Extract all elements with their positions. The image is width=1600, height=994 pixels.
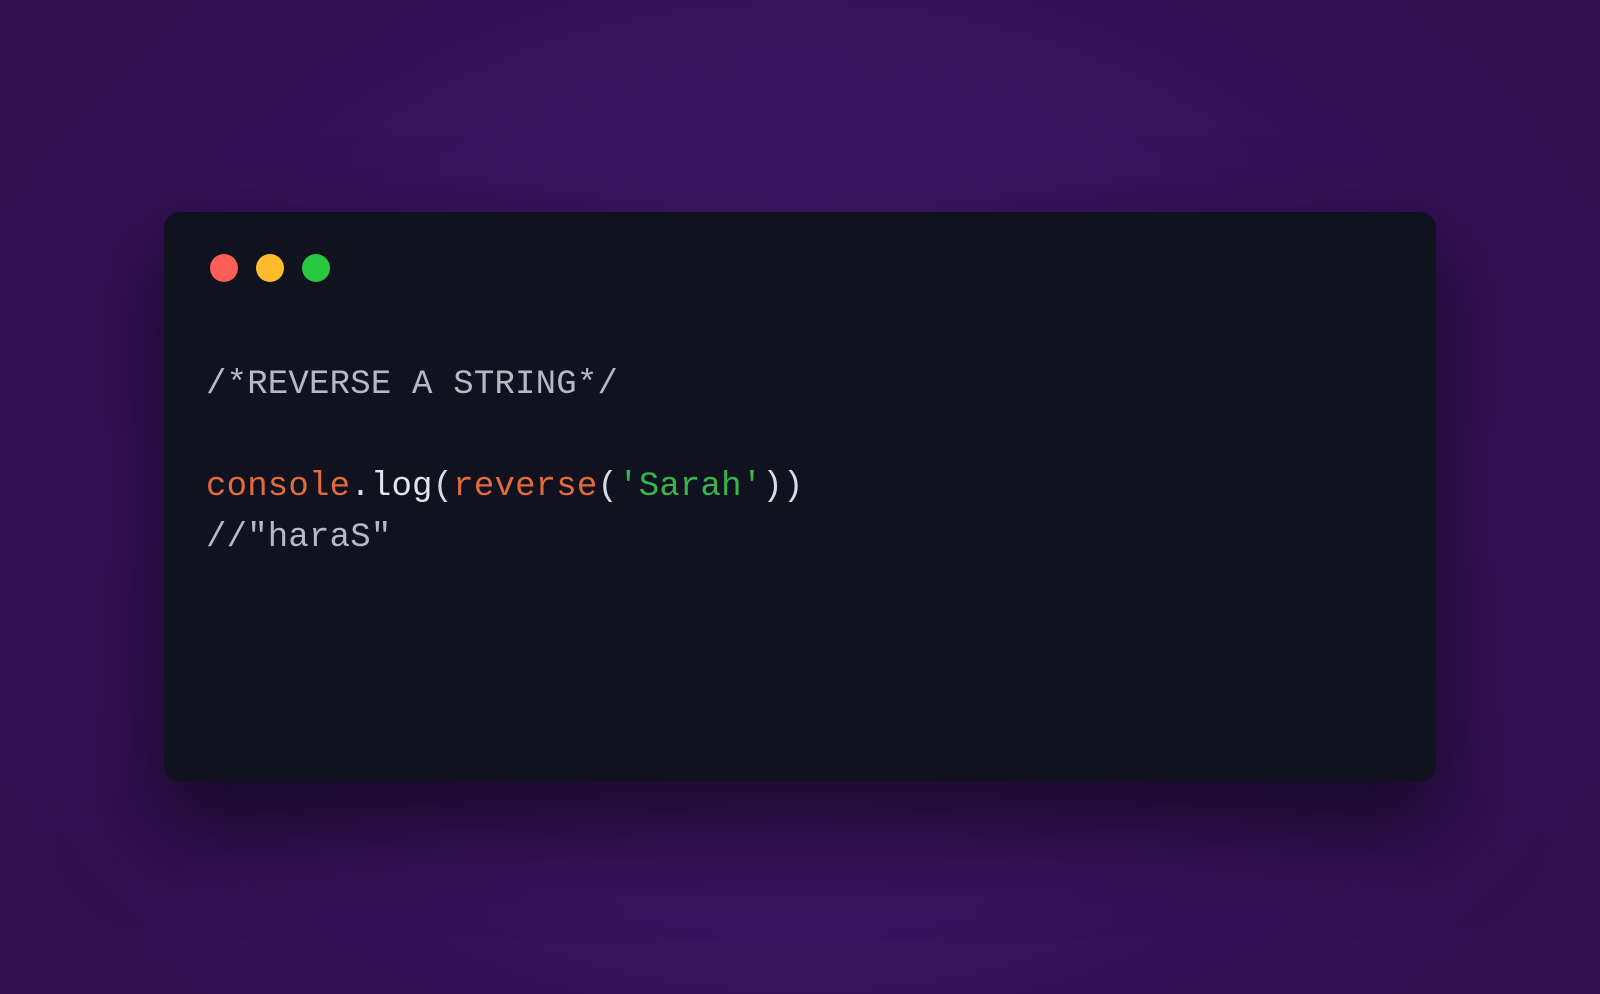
code-window: /*REVERSE A STRING*/ console.log(reverse…	[164, 212, 1436, 782]
code-function: reverse	[453, 468, 597, 506]
close-icon[interactable]	[210, 254, 238, 282]
traffic-lights	[210, 254, 1394, 282]
minimize-icon[interactable]	[256, 254, 284, 282]
code-punct: (	[598, 468, 619, 506]
code-punct: (	[433, 468, 454, 506]
code-object: console	[206, 468, 350, 506]
code-comment: //"haraS"	[206, 519, 391, 557]
maximize-icon[interactable]	[302, 254, 330, 282]
code-comment: /*REVERSE A STRING*/	[206, 366, 618, 404]
code-area[interactable]: /*REVERSE A STRING*/ console.log(reverse…	[206, 360, 1394, 564]
code-punct: .	[350, 468, 371, 506]
code-method: log	[371, 468, 433, 506]
code-string: 'Sarah'	[618, 468, 762, 506]
code-punct: )	[762, 468, 783, 506]
code-punct: )	[783, 468, 804, 506]
